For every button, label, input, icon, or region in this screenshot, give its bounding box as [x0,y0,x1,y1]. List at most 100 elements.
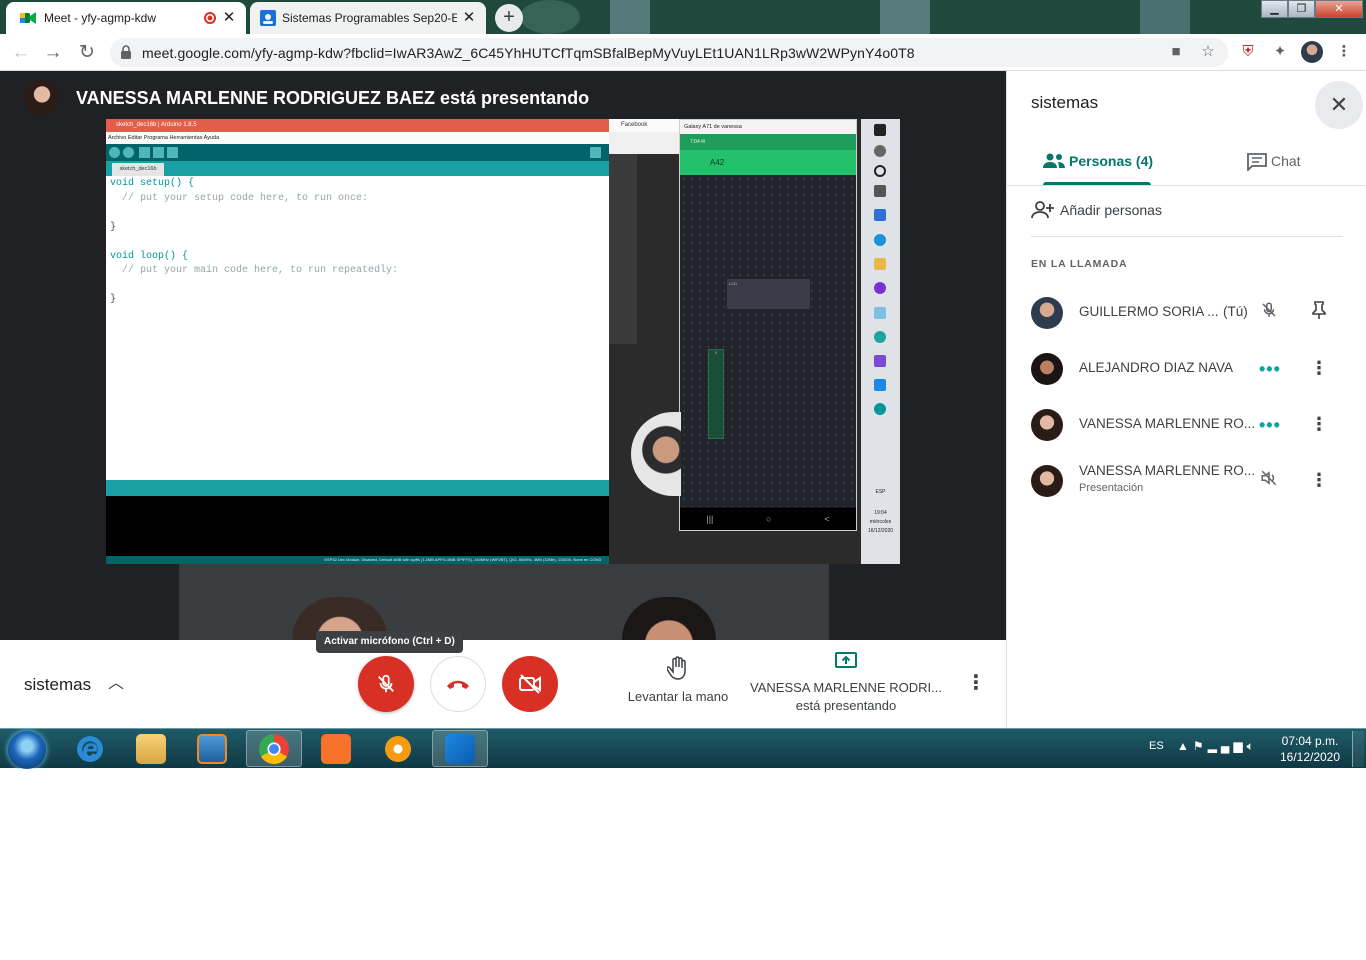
camera-in-use-icon[interactable]: ■ [1166,42,1186,62]
recording-indicator-icon [204,12,216,24]
meeting-name[interactable]: sistemas [24,675,91,695]
taskbar-app-explorer[interactable] [123,730,179,767]
camera-off-icon [519,674,541,694]
ide-title-bar: sketch_dec16b | Arduino 1.8.5 [106,119,609,132]
participant-more-icon[interactable]: ⋮ [1309,413,1329,437]
meeting-controls-bar: sistemas ︿ Activar micrófono (Ctrl + D) … [0,631,1006,728]
chrome-icon [259,733,289,764]
close-panel-button[interactable]: ✕ [1315,81,1363,129]
ide-status-bar: ESP32 Dev Module, Disabled, Default 4MB … [106,556,609,564]
taskbar-app-settings[interactable] [370,730,426,767]
close-tab-icon[interactable]: ✕ [220,9,238,27]
panel-title: sistemas [1031,93,1099,112]
back-button[interactable]: ← [8,40,34,66]
reload-button[interactable]: ↻ [74,40,100,66]
people-icon [1043,153,1065,168]
taskbar-app-vscode[interactable] [432,730,488,767]
participant-more-icon[interactable]: ⋮ [1309,469,1329,493]
visual-studio-icon [874,355,886,367]
volume-muted-icon [1257,469,1281,493]
phone-mirror-title: Galaxy A71 de vanessa [680,120,856,134]
taskbar-app-ie[interactable]: e [62,730,118,767]
shared-screen-taskbar: ESP 19:04 miércoles 16/12/2020 [861,119,900,564]
presenter-banner: VANESSA MARLENNE RODRIGUEZ BAEZ está pre… [24,80,589,116]
phone-mirror-window: Galaxy A71 de vanessa 7:04 ✉ A42 LCD 0 |… [679,119,857,531]
mic-tooltip: Activar micrófono (Ctrl + D) [316,631,463,653]
participant-subtitle: Presentación [1079,482,1144,494]
hang-up-icon [447,680,469,689]
participant-you-tag: (Tú) [1223,304,1248,319]
tray-clock[interactable]: 07:04 p.m. 16/12/2020 [1270,733,1350,765]
save-sketch-icon [167,147,178,158]
vscode-icon [445,733,475,764]
arduino-icon [874,403,886,415]
tray-icons[interactable]: ▲⚑▂▄▆🔈︎ [1177,739,1258,754]
tab-chat[interactable]: Chat [1247,145,1317,185]
tray-time-text: 07:04 p.m. [1281,734,1339,748]
raise-hand-button[interactable]: Levantar la mano [618,656,738,704]
address-bar[interactable]: meet.google.com/yfy-agmp-kdw?fbclid=IwAR… [110,38,1228,67]
empty-desktop-area [0,769,1366,960]
taskbar-app-chrome[interactable] [246,730,302,767]
pin-icon[interactable] [1309,301,1329,325]
slider-value: 0 [714,350,718,355]
code-line: // put your main code here, to run repea… [110,265,399,276]
window-close-button[interactable]: ✕ [1315,0,1363,18]
tab-classroom[interactable]: Sistemas Programables Sep20-En ✕ [250,2,486,34]
phone-app-canvas: LCD 0 [680,175,856,507]
lcd-widget: LCD [727,279,810,309]
presenter-banner-text: VANESSA MARLENNE RODRIGUEZ BAEZ está pre… [76,87,590,108]
participant-row[interactable]: VANESSA MARLENNE RO... Presentación ⋮ [1031,459,1351,503]
microphone-toggle-button[interactable] [358,656,414,712]
browser-menu-icon[interactable]: ⋮ [1334,42,1354,62]
extension-shield-icon[interactable]: ⛨ [1238,42,1258,62]
tab-meet[interactable]: Meet - yfy-agmp-kdw ✕ [6,2,246,34]
extensions-puzzle-icon[interactable]: ✦ [1270,42,1290,62]
shared-screen: sketch_dec16b | Arduino 1.8.5 Archivo Ed… [106,119,900,564]
leave-call-button[interactable] [430,656,486,712]
participant-name: GUILLERMO SORIA ... [1079,304,1219,319]
presenting-button[interactable]: VANESSA MARLENNE RODRI... está presentan… [748,652,944,715]
profile-avatar[interactable] [1301,41,1323,63]
participant-row[interactable]: GUILLERMO SORIA ... (Tú) [1031,291,1351,335]
camera-toggle-button[interactable] [502,656,558,712]
more-options-button[interactable]: ⋮ [966,672,986,696]
show-desktop-button[interactable] [1352,731,1364,767]
file-explorer-icon [874,258,886,270]
file-explorer-icon [136,733,166,764]
forward-button[interactable]: → [40,40,66,66]
show-hidden-icons-icon[interactable]: ▲ [1177,739,1193,753]
code-line: // put your setup code here, to run once… [110,192,369,204]
participant-row[interactable]: VANESSA MARLENNE RO... ••• ⋮ [1031,403,1351,447]
browser-tab-strip: Meet - yfy-agmp-kdw ✕ Sistemas Programab… [0,0,1366,34]
panel-divider [1007,185,1366,186]
close-tab-icon[interactable]: ✕ [460,9,478,27]
volume-icon[interactable]: 🔈︎ [1247,739,1258,753]
raise-hand-label: Levantar la mano [627,689,729,704]
participant-more-icon[interactable]: ⋮ [1309,357,1329,381]
chevron-up-icon[interactable]: ︿ [106,670,126,694]
shared-taskbar-day: miércoles [869,519,892,525]
new-sketch-icon [139,147,150,158]
new-tab-button[interactable]: + [495,4,523,32]
shared-browser-tab: Facebook [609,119,679,132]
participant-name: ALEJANDRO DIAZ NAVA [1079,360,1234,375]
hand-icon [666,656,686,680]
window-maximize-button[interactable]: ❐ [1288,0,1315,18]
gear-icon [383,733,413,764]
avatar [1031,465,1063,497]
window-minimize-button[interactable]: ▁ [1261,0,1288,18]
bookmark-star-icon[interactable]: ☆ [1198,42,1218,62]
media-player-icon [197,733,227,764]
arduino-ide-window: sketch_dec16b | Arduino 1.8.5 Archivo Ed… [106,119,609,564]
action-center-flag-icon[interactable]: ⚑ [1193,739,1208,753]
taskbar-app-media-player[interactable] [184,730,240,767]
network-signal-icon[interactable]: ▂▄▆ [1208,739,1247,753]
participant-row[interactable]: ALEJANDRO DIAZ NAVA ••• ⋮ [1031,347,1351,391]
tray-language[interactable]: ES [1149,740,1164,752]
tab-people[interactable]: Personas (4) [1043,145,1153,185]
taskbar-app-xampp[interactable] [308,730,364,767]
xampp-icon [321,733,351,764]
github-icon [874,282,886,294]
windows-start-button[interactable] [8,731,46,769]
